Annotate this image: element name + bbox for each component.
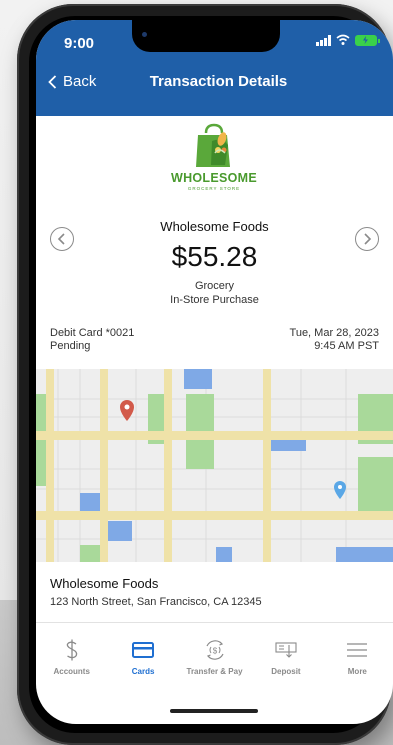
status-icons [316,34,380,46]
wifi-icon [336,34,350,45]
location-map[interactable] [36,369,393,562]
home-indicator[interactable] [170,709,258,713]
phone-screen: 9:00 Back Transaction Details WHOLESOME … [36,20,393,724]
merchant-logo: WHOLESOME GROCERY STORE [162,123,266,203]
deposit-icon [275,639,297,661]
tab-label: Cards [131,667,155,676]
signal-icon [316,34,331,46]
tab-label: Deposit [271,667,301,676]
menu-icon [347,639,368,661]
page-title: Transaction Details [149,73,288,90]
app-header: 9:00 Back Transaction Details [36,20,393,116]
location-address[interactable]: 123 North Street, San Francisco, CA 1234… [50,596,262,608]
tab-label: More [347,667,367,676]
transaction-method: In-Store Purchase [170,294,259,306]
camera-dot [142,32,147,37]
battery-icon [355,34,380,46]
logo-wordmark: WHOLESOME [170,171,258,185]
dollar-icon [64,639,80,661]
transaction-date: Tue, Mar 28, 2023 [289,327,379,339]
tab-accounts[interactable]: Accounts [36,623,107,683]
card-info: Debit Card *0021 Pending [50,327,134,353]
logo-subtitle: GROCERY STORE [187,186,241,191]
transaction-amount: $55.28 [171,241,258,272]
tab-deposit[interactable]: Deposit [250,623,321,683]
merchant-name: Wholesome Foods [160,219,269,234]
svg-text:$: $ [212,647,217,656]
notch [132,20,280,52]
date-info: Tue, Mar 28, 2023 9:45 AM PST [290,327,379,353]
transaction-status: Pending [50,340,91,352]
tab-label: Transfer & Pay [186,667,243,676]
transfer-icon: $ [203,639,227,661]
bottom-tab-bar: Accounts Cards $ Transfer & Pay Deposit … [36,623,393,683]
tab-transfer-pay[interactable]: $ Transfer & Pay [179,623,250,683]
card-label: Debit Card *0021 [50,327,135,339]
card-icon [132,639,155,661]
status-time: 9:00 [64,35,95,52]
transaction-category: Grocery [194,280,235,292]
grocery-bag-icon [196,123,230,167]
tab-label: Accounts [53,667,90,676]
location-name: Wholesome Foods [50,576,159,591]
tab-more[interactable]: More [322,623,393,683]
tab-cards[interactable]: Cards [107,623,178,683]
transaction-time: 9:45 AM PST [314,340,379,352]
